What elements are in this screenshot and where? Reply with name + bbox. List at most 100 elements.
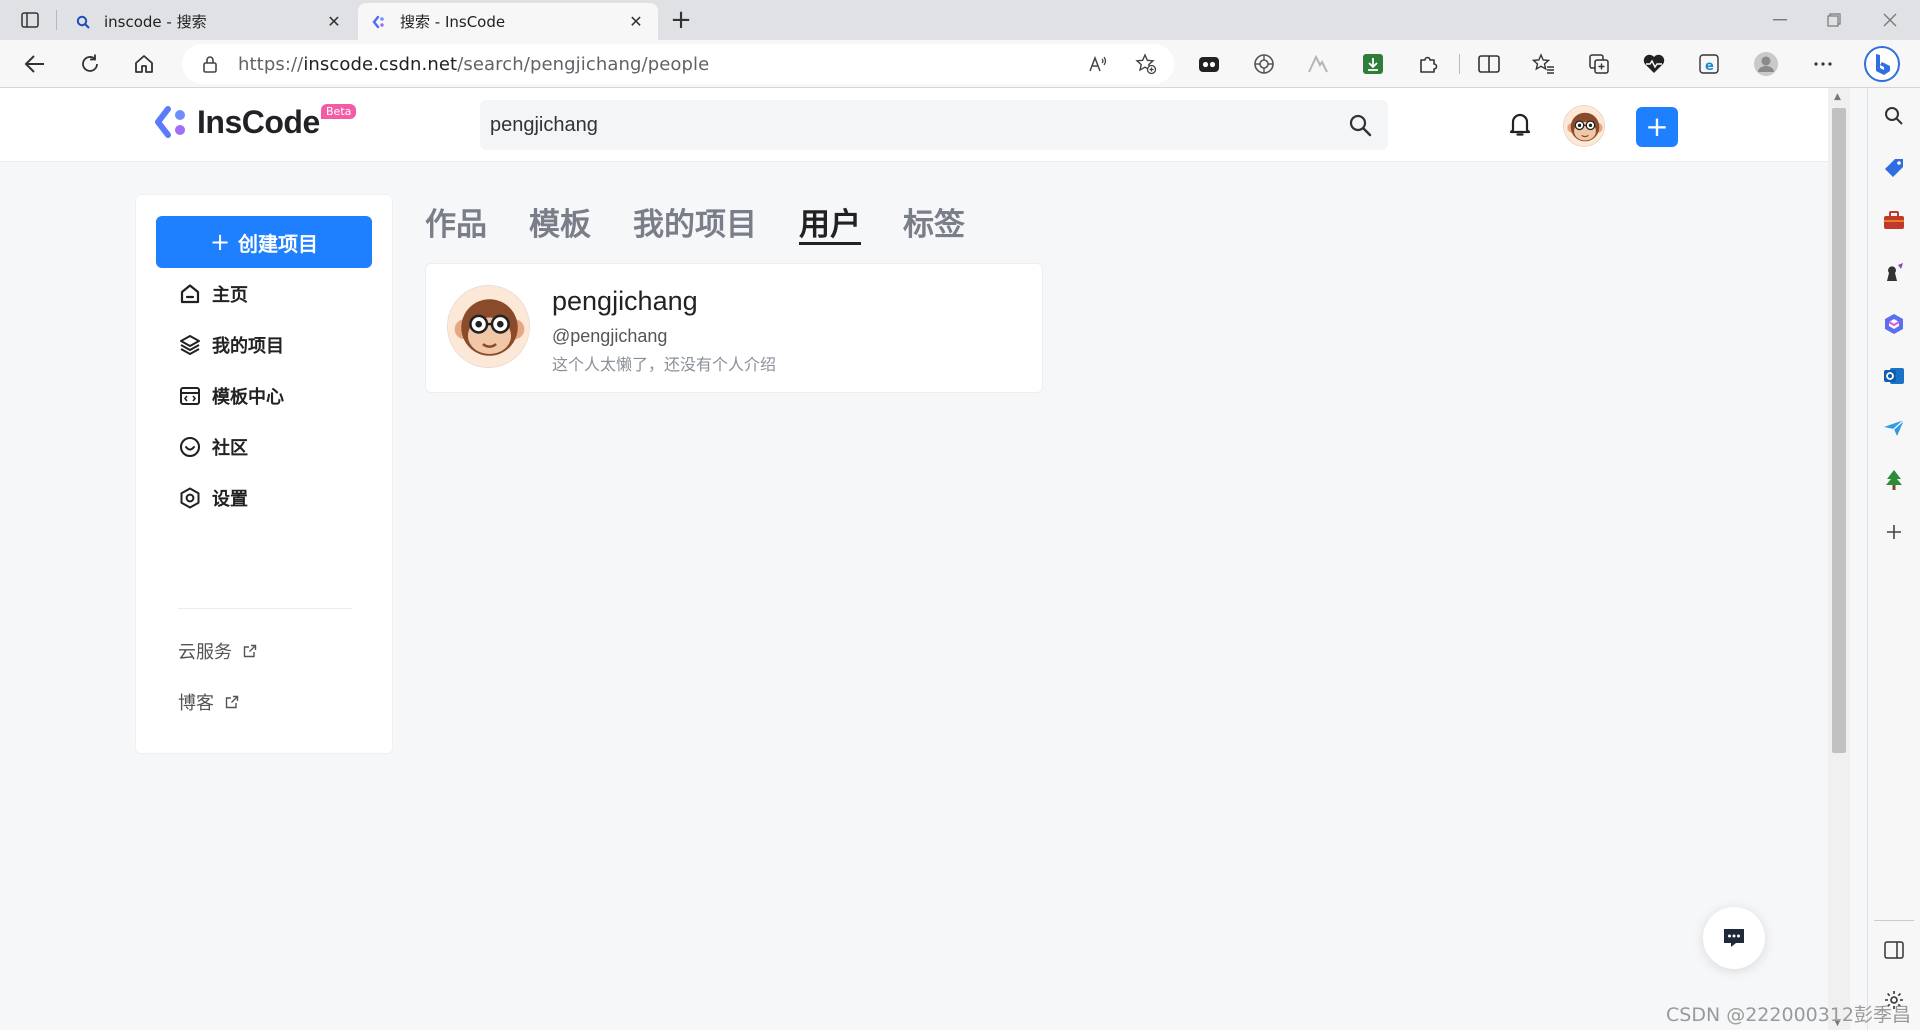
search-favicon-icon [74,13,92,31]
more-options-icon[interactable] [1806,48,1840,80]
edge-sidebar [1867,88,1920,1030]
hide-sidebar-icon[interactable] [1878,934,1910,966]
minimize-icon[interactable] [1752,0,1808,40]
microsoft365-icon[interactable] [1878,308,1910,340]
create-project-button[interactable]: + 创建项目 [156,216,372,268]
sidebar-item-community[interactable]: 社区 [178,432,248,462]
toolbox-icon[interactable] [1878,204,1910,236]
shopping-tag-icon[interactable] [1878,152,1910,184]
games-icon[interactable] [1878,256,1910,288]
add-sidebar-app-icon[interactable] [1878,516,1910,548]
tab-templates[interactable]: 模板 [529,193,591,249]
close-window-icon[interactable] [1862,0,1918,40]
sidebar-divider [178,608,352,609]
send-icon[interactable] [1878,412,1910,444]
browser-tab-1[interactable]: inscode - 搜索 ✕ [62,3,356,40]
external-link-icon [242,643,258,659]
search-input[interactable] [490,113,1342,137]
ie-mode-icon[interactable]: e [1692,48,1726,80]
scrollbar-thumb[interactable] [1832,108,1846,753]
plus-icon: + [209,228,231,256]
cloud-service-link[interactable]: 云服务 [178,638,258,664]
collections-icon[interactable] [1582,48,1616,80]
browser-tab-2[interactable]: 搜索 - InsCode ✕ [358,3,658,40]
url-text: https://inscode.csdn.net/search/pengjich… [238,53,710,75]
favorites-icon[interactable] [1527,48,1561,80]
browser-tab-title: 搜索 - InsCode [400,13,506,31]
profile-icon[interactable] [1749,48,1783,80]
home-icon[interactable] [127,48,161,80]
read-aloud-icon[interactable] [1082,48,1114,80]
tab-works[interactable]: 作品 [425,193,487,249]
inscode-logo[interactable]: InsCode Beta [153,102,357,142]
add-favorite-icon[interactable] [1130,48,1162,80]
browser-tab-bar: inscode - 搜索 ✕ 搜索 - InsCode ✕ + [0,0,1920,40]
close-tab-icon[interactable]: ✕ [626,12,646,32]
browser-tab-title: inscode - 搜索 [104,13,207,31]
create-plus-button[interactable]: + [1636,107,1678,147]
tab-users[interactable]: 用户 [799,193,861,249]
extension-download-icon[interactable] [1356,48,1390,80]
tree-icon[interactable] [1878,464,1910,496]
template-icon [178,384,202,408]
tab-tags[interactable]: 标签 [903,193,965,249]
csdn-watermark: CSDN @222000312彭季昌 [1666,1004,1912,1026]
sidebar-search-icon[interactable] [1878,100,1910,132]
layers-icon [178,333,202,357]
extension-mountain-icon[interactable] [1301,48,1335,80]
sidebar-item-my-projects[interactable]: 我的项目 [178,330,284,360]
left-sidebar: + 创建项目 主页 我的项目 模板中心 社区 设置 云服务 博客 [135,194,393,754]
search-icon[interactable] [1342,107,1378,143]
copilot-icon[interactable] [1862,44,1902,84]
settings-icon [178,486,202,510]
result-user-name[interactable]: pengjichang [552,286,698,317]
create-project-label: 创建项目 [238,231,319,256]
split-screen-icon[interactable] [1472,48,1506,80]
site-header: InsCode Beta + [0,88,1828,162]
page-scrollbar[interactable]: ▲ ▼ [1828,88,1850,1030]
user-result-card[interactable]: pengjichang @pengjichang 这个人太懒了，还没有个人介绍 [425,263,1043,393]
inscode-favicon-icon [370,13,388,31]
extensions-puzzle-icon[interactable] [1411,48,1445,80]
toolbar-divider [1459,54,1460,74]
result-user-avatar[interactable] [447,285,530,368]
new-tab-button[interactable]: + [666,6,696,36]
browser-essentials-icon[interactable] [1637,48,1671,80]
home-icon [178,282,202,306]
page-viewport: InsCode Beta + [0,88,1828,1030]
extension-openai-icon[interactable] [1247,48,1281,80]
search-box [480,100,1388,150]
address-bar[interactable]: https://inscode.csdn.net/search/pengjich… [182,44,1174,84]
tab-actions-icon[interactable] [14,8,46,32]
blog-link[interactable]: 博客 [178,689,240,715]
back-icon[interactable] [18,48,52,80]
scroll-up-icon[interactable]: ▲ [1834,92,1841,102]
outlook-icon[interactable] [1878,360,1910,392]
restore-icon[interactable] [1806,0,1862,40]
community-icon [178,435,202,459]
browser-toolbar: https://inscode.csdn.net/search/pengjich… [0,40,1920,88]
result-user-bio: 这个人太懒了，还没有个人介绍 [552,355,777,374]
sidebar-item-home[interactable]: 主页 [178,279,248,309]
result-user-handle: @pengjichang [552,326,668,346]
inscode-logo-icon [153,104,189,140]
tab-my-projects[interactable]: 我的项目 [633,193,757,249]
logo-text: InsCode [197,103,320,140]
sidebar-item-templates[interactable]: 模板中心 [178,381,284,411]
blog-label: 博客 [178,693,214,714]
tab-separator [56,10,57,30]
notification-bell-icon[interactable] [1504,108,1536,140]
close-tab-icon[interactable]: ✕ [324,12,344,32]
svg-text:e: e [1705,59,1714,74]
chat-message-button[interactable] [1703,907,1765,969]
refresh-icon[interactable] [73,48,107,80]
user-avatar[interactable] [1563,105,1605,147]
lock-icon[interactable] [198,52,222,76]
sidebar-item-label: 模板中心 [212,387,284,408]
extension-tv-icon[interactable] [1192,48,1226,80]
sidebar-item-settings[interactable]: 设置 [178,483,248,513]
beta-badge: Beta [321,104,357,119]
external-link-icon [224,694,240,710]
sidebar-item-label: 设置 [212,489,248,510]
sidebar-item-label: 我的项目 [212,336,284,357]
